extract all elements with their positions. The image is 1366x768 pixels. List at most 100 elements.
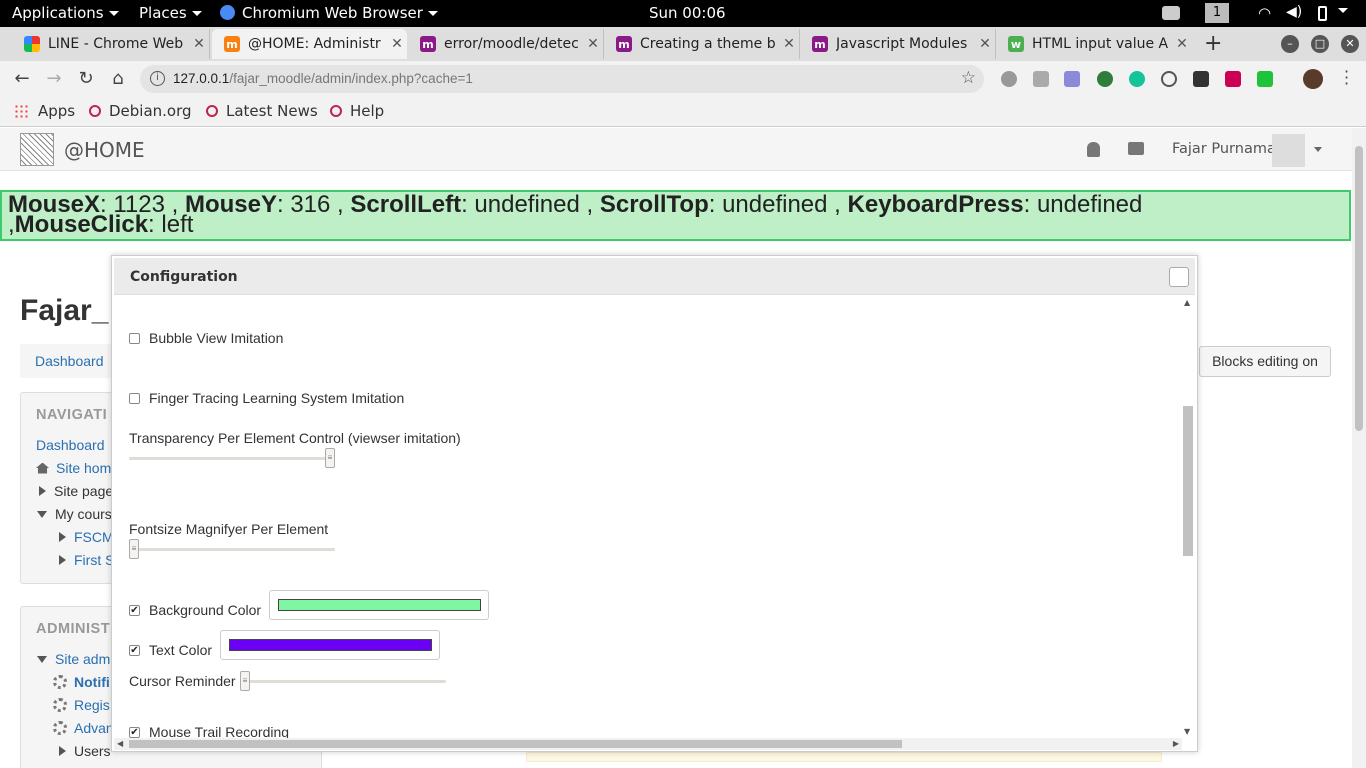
- workspace-indicator[interactable]: 1: [1205, 3, 1229, 23]
- site-name[interactable]: @HOME: [64, 138, 145, 162]
- cursor-reminder-slider[interactable]: ≡: [240, 671, 446, 691]
- extension-microscope-icon[interactable]: [1225, 71, 1241, 87]
- close-icon[interactable]: ✕: [189, 36, 209, 52]
- tab-line[interactable]: LINE - Chrome Web ✕: [12, 29, 210, 59]
- admin-item-registration[interactable]: Regis: [53, 697, 110, 713]
- cursor-reminder-slider-handle[interactable]: ≡: [240, 671, 250, 691]
- forward-icon[interactable]: →: [42, 67, 66, 91]
- minimize-icon[interactable]: –: [1281, 35, 1299, 53]
- admin-item-label: Site adm: [55, 651, 111, 667]
- admin-item-users[interactable]: Users: [59, 743, 111, 759]
- scroll-left-arrow-icon[interactable]: ◀: [117, 739, 123, 748]
- nav-item-dashboard[interactable]: Dashboard: [36, 437, 105, 453]
- extension-at-icon[interactable]: [1161, 71, 1177, 87]
- site-logo[interactable]: [20, 133, 54, 166]
- breadcrumb-dashboard[interactable]: Dashboard: [35, 353, 104, 369]
- back-icon[interactable]: ←: [10, 67, 34, 91]
- background-color-checkbox[interactable]: ✔: [129, 604, 140, 616]
- scroll-up-arrow-icon[interactable]: ▲: [1184, 298, 1190, 307]
- tab-moodle-admin[interactable]: m @HOME: Administr ✕: [212, 29, 407, 59]
- admin-item-site-admin[interactable]: Site adm: [37, 651, 110, 667]
- bookmark-apps[interactable]: Apps: [14, 102, 75, 120]
- extension-database-icon[interactable]: [1001, 71, 1017, 87]
- bookmark-star-icon[interactable]: ☆: [961, 68, 976, 88]
- page-scrollbar[interactable]: [1352, 128, 1366, 768]
- fontsize-slider-handle[interactable]: ≡: [129, 539, 139, 559]
- extension-grammarly-badge-icon[interactable]: [1097, 71, 1113, 87]
- bookmark-debian[interactable]: Debian.org: [89, 102, 192, 120]
- transparency-slider[interactable]: ≡: [129, 448, 335, 468]
- nav-item-site-pages[interactable]: Site page: [39, 483, 113, 499]
- close-icon[interactable]: ✕: [583, 36, 603, 52]
- wifi-icon[interactable]: ◠: [1258, 4, 1271, 22]
- tab-html-input[interactable]: w HTML input value A ✕: [996, 29, 1192, 59]
- messages-icon[interactable]: [1128, 142, 1144, 155]
- admin-item-notifications[interactable]: Notifi: [53, 674, 110, 690]
- profile-avatar[interactable]: [1303, 69, 1323, 89]
- background-color-picker[interactable]: [269, 590, 489, 620]
- home-icon: [36, 462, 49, 474]
- page-scrollbar-thumb[interactable]: [1355, 146, 1363, 431]
- dialog-vertical-scrollbar-thumb[interactable]: [1183, 406, 1193, 556]
- finger-tracing-label: Finger Tracing Learning System Imitation: [149, 390, 405, 406]
- applications-menu[interactable]: Applications: [12, 4, 119, 22]
- system-menu-chevron-icon[interactable]: [1338, 8, 1348, 13]
- admin-item-label: Regis: [74, 697, 110, 713]
- battery-icon[interactable]: [1318, 6, 1327, 21]
- mouse-trail-checkbox[interactable]: ✔: [129, 726, 140, 738]
- dialog-horizontal-scrollbar[interactable]: ◀ ▶: [114, 738, 1182, 750]
- user-name[interactable]: Fajar Purnama: [1172, 141, 1276, 157]
- bookmark-help[interactable]: Help: [330, 102, 384, 120]
- close-icon[interactable]: ✕: [975, 36, 995, 52]
- clock[interactable]: Sun 00:06: [649, 4, 726, 22]
- user-menu-chevron-down-icon[interactable]: [1314, 147, 1322, 152]
- extension-privacy-icon[interactable]: [1064, 71, 1080, 87]
- address-bar[interactable]: i 127.0.0.1/fajar_moodle/admin/index.php…: [140, 65, 984, 93]
- nav-item-course-first[interactable]: First S: [59, 552, 114, 568]
- text-color-label: Text Color: [149, 642, 213, 658]
- close-icon[interactable]: ✕: [779, 36, 799, 52]
- scroll-down-arrow-icon[interactable]: ▼: [1184, 727, 1190, 736]
- menu-dots-icon[interactable]: · · ·: [1344, 64, 1349, 92]
- close-icon[interactable]: ✕: [1172, 36, 1192, 52]
- text-color-picker[interactable]: [220, 630, 440, 660]
- avatar[interactable]: [1272, 134, 1305, 167]
- close-icon[interactable]: ✕: [387, 36, 407, 52]
- nav-item-course-fscm[interactable]: FSCM: [59, 529, 114, 545]
- places-label: Places: [139, 4, 187, 22]
- tab-javascript-modules[interactable]: m Javascript Modules ✕: [800, 29, 996, 59]
- nav-item-site-home[interactable]: Site hom: [36, 460, 111, 476]
- text-color-swatch: [229, 639, 432, 651]
- window-close-icon[interactable]: ✕: [1341, 35, 1359, 53]
- tab-error-moodle[interactable]: m error/moodle/detec ✕: [408, 29, 604, 59]
- bookmark-latest-news[interactable]: Latest News: [206, 102, 318, 120]
- reload-icon[interactable]: ↻: [74, 67, 98, 91]
- transparency-slider-handle[interactable]: ≡: [325, 448, 335, 468]
- home-icon[interactable]: ⌂: [106, 67, 130, 91]
- bubble-view-checkbox[interactable]: [129, 332, 140, 344]
- maximize-icon[interactable]: □: [1311, 35, 1329, 53]
- finger-tracing-checkbox[interactable]: [129, 392, 140, 404]
- info-icon[interactable]: i: [150, 71, 165, 86]
- dialog-horizontal-scrollbar-thumb[interactable]: [129, 740, 902, 748]
- text-color-checkbox[interactable]: ✔: [129, 644, 140, 656]
- scroll-right-arrow-icon[interactable]: ▶: [1173, 739, 1179, 748]
- extension-shield-icon[interactable]: [1033, 71, 1049, 87]
- notification-bell-icon[interactable]: [1087, 142, 1100, 157]
- dialog-vertical-scrollbar[interactable]: ▲ ▼: [1182, 296, 1194, 738]
- grammarly-icon[interactable]: [1129, 71, 1145, 87]
- extension-line-icon[interactable]: [1257, 71, 1273, 87]
- admin-item-advanced[interactable]: Advan: [53, 720, 114, 736]
- extension-tool-icon[interactable]: [1193, 71, 1209, 87]
- camera-icon[interactable]: [1162, 6, 1180, 20]
- places-menu[interactable]: Places: [139, 4, 202, 22]
- url-text[interactable]: 127.0.0.1/fajar_moodle/admin/index.php?c…: [173, 71, 473, 86]
- nav-item-my-courses[interactable]: My cours: [37, 506, 112, 522]
- blocks-editing-button[interactable]: Blocks editing on: [1199, 346, 1331, 377]
- volume-icon[interactable]: ◀): [1286, 4, 1302, 20]
- new-tab-plus-icon[interactable]: +: [1204, 31, 1222, 56]
- tab-creating-theme[interactable]: m Creating a theme b ✕: [604, 29, 800, 59]
- fontsize-slider[interactable]: ≡: [129, 539, 335, 559]
- browser-menu[interactable]: Chromium Web Browser: [220, 4, 438, 22]
- dialog-close-button[interactable]: [1169, 267, 1189, 287]
